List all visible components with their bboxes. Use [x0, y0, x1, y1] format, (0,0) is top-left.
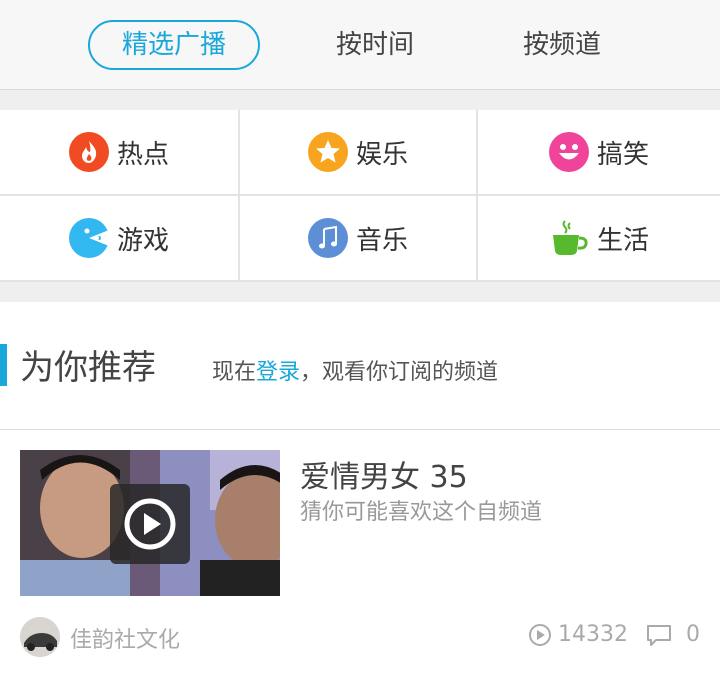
play-count: 14332: [558, 622, 628, 647]
category-life[interactable]: 生活: [478, 196, 720, 280]
tab-by-channel[interactable]: 按频道: [497, 20, 627, 70]
category-hot[interactable]: 热点: [0, 110, 238, 194]
fire-icon: [68, 132, 109, 172]
smile-icon: [548, 132, 589, 172]
login-prompt-suffix: ，观看你订阅的频道: [300, 360, 499, 385]
recommend-section: 为你推荐 现在登录，观看你订阅的频道 爱情男女 35 猜你可能喜欢这个自频道 佳…: [0, 302, 720, 682]
category-games[interactable]: 游戏: [0, 196, 238, 280]
category-label: 生活: [596, 225, 649, 256]
login-prompt-prefix: 现在: [212, 360, 257, 385]
login-prompt: 现在登录，观看你订阅的频道: [212, 354, 498, 386]
author-name[interactable]: 佳韵社文化: [70, 622, 180, 654]
coffee-cup-icon: [549, 218, 589, 258]
category-label: 搞笑: [596, 139, 649, 170]
pacman-icon: [68, 218, 109, 258]
top-tab-bar: 精选广播 按时间 按频道: [0, 0, 720, 90]
category-label: 娱乐: [355, 139, 408, 170]
section-accent-bar: [0, 344, 7, 386]
category-music[interactable]: 音乐: [240, 196, 476, 280]
section-title: 为你推荐: [20, 348, 156, 388]
video-description: 猜你可能喜欢这个自频道: [300, 500, 543, 525]
avatar[interactable]: [20, 617, 60, 657]
video-title[interactable]: 爱情男女 35: [300, 452, 468, 496]
tab-by-time[interactable]: 按时间: [310, 20, 440, 70]
category-label: 游戏: [116, 225, 169, 256]
play-count-icon: [529, 623, 551, 646]
login-link[interactable]: 登录: [256, 360, 300, 385]
video-stats: 14332 0: [528, 622, 700, 647]
category-entertainment[interactable]: 娱乐: [240, 110, 476, 194]
play-icon: [124, 498, 176, 550]
recommend-header: 为你推荐 现在登录，观看你订阅的频道: [0, 302, 720, 430]
comment-count: 0: [686, 622, 700, 647]
star-icon: [307, 132, 348, 172]
play-button[interactable]: [110, 484, 190, 564]
tab-featured[interactable]: 精选广播: [88, 20, 260, 70]
category-label: 音乐: [355, 225, 408, 256]
category-funny[interactable]: 搞笑: [478, 110, 720, 194]
video-thumbnail[interactable]: [20, 450, 280, 596]
music-note-icon: [307, 218, 348, 258]
category-grid: 热点 娱乐 搞笑 游戏 音乐 生活: [0, 110, 720, 282]
category-label: 热点: [116, 139, 169, 170]
avatar-image: [20, 617, 60, 657]
comment-icon: [647, 624, 671, 646]
